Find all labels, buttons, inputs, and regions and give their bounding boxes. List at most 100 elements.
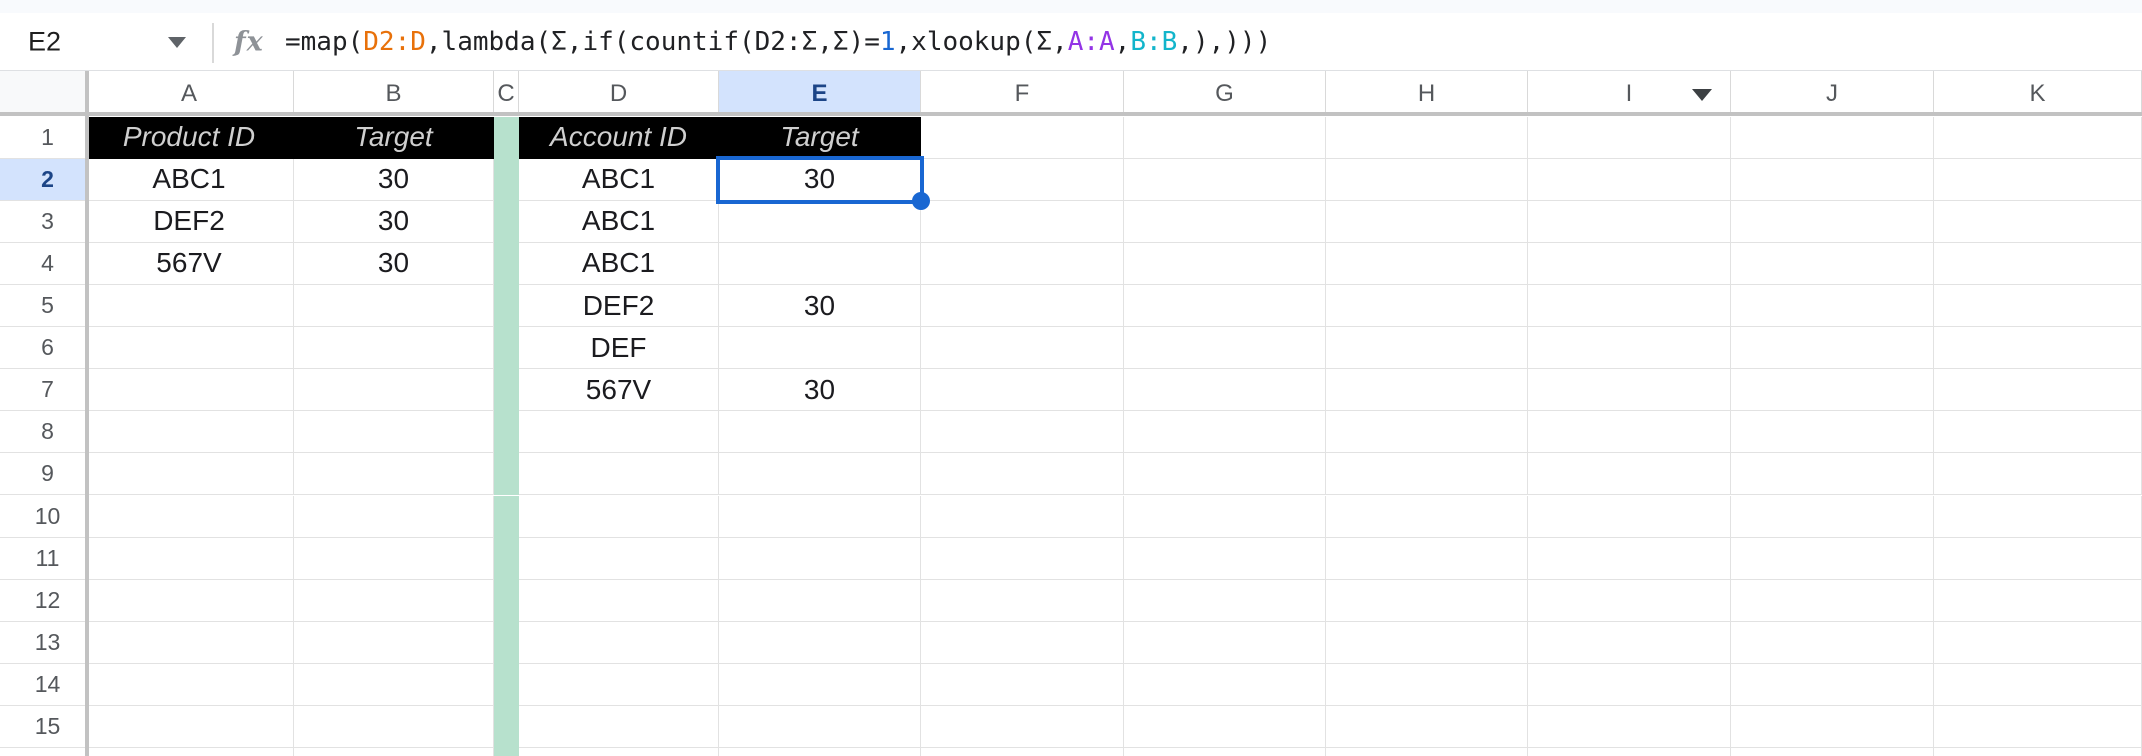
cell-B4[interactable]: 30 <box>294 242 494 285</box>
cell-E9[interactable] <box>719 453 921 496</box>
cell-A15[interactable] <box>85 706 294 749</box>
selection-box[interactable] <box>716 155 924 204</box>
cell-A5[interactable] <box>85 285 294 328</box>
cell-H16[interactable] <box>1326 748 1528 756</box>
cell-G4[interactable] <box>1124 242 1326 285</box>
cell-K4[interactable] <box>1934 242 2142 285</box>
cell-D9[interactable] <box>519 453 719 496</box>
column-header-K[interactable]: K <box>1934 71 2142 116</box>
cell-F14[interactable] <box>921 663 1124 706</box>
cell-J12[interactable] <box>1731 579 1934 622</box>
cell-B7[interactable] <box>294 369 494 412</box>
cell-D4[interactable]: ABC1 <box>519 242 719 285</box>
row-header-11[interactable]: 11 <box>0 537 85 580</box>
column-header-E[interactable]: E <box>719 71 921 116</box>
cell-D12[interactable] <box>519 579 719 622</box>
cell-J2[interactable] <box>1731 158 1934 201</box>
row-header-13[interactable]: 13 <box>0 621 85 664</box>
cell-E13[interactable] <box>719 621 921 664</box>
cell-G7[interactable] <box>1124 369 1326 412</box>
cell-J3[interactable] <box>1731 200 1934 243</box>
cell-B9[interactable] <box>294 453 494 496</box>
cell-B10[interactable] <box>294 495 494 538</box>
cell-G1[interactable] <box>1124 116 1326 159</box>
cell-C10[interactable] <box>494 495 519 538</box>
cell-H7[interactable] <box>1326 369 1528 412</box>
cell-K8[interactable] <box>1934 411 2142 454</box>
cell-B6[interactable] <box>294 327 494 370</box>
column-header-B[interactable]: B <box>294 71 494 116</box>
name-box-dropdown-icon[interactable] <box>168 37 186 48</box>
cell-A4[interactable]: 567V <box>85 242 294 285</box>
cell-G8[interactable] <box>1124 411 1326 454</box>
cell-D10[interactable] <box>519 495 719 538</box>
cell-D16[interactable] <box>519 748 719 756</box>
cell-C2[interactable] <box>494 158 519 201</box>
cell-J14[interactable] <box>1731 663 1934 706</box>
cell-B2[interactable]: 30 <box>294 158 494 201</box>
cell-K13[interactable] <box>1934 621 2142 664</box>
column-header-H[interactable]: H <box>1326 71 1528 116</box>
cell-J7[interactable] <box>1731 369 1934 412</box>
cell-K3[interactable] <box>1934 200 2142 243</box>
select-all-corner[interactable] <box>0 71 85 116</box>
cell-H2[interactable] <box>1326 158 1528 201</box>
cell-H8[interactable] <box>1326 411 1528 454</box>
row-header-5[interactable]: 5 <box>0 285 85 328</box>
cell-I14[interactable] <box>1528 663 1731 706</box>
cell-A13[interactable] <box>85 621 294 664</box>
cell-G12[interactable] <box>1124 579 1326 622</box>
cell-C7[interactable] <box>494 369 519 412</box>
cell-A7[interactable] <box>85 369 294 412</box>
row-header-3[interactable]: 3 <box>0 200 85 243</box>
cell-E3[interactable] <box>719 200 921 243</box>
cell-E7[interactable]: 30 <box>719 369 921 412</box>
cell-D6[interactable]: DEF <box>519 327 719 370</box>
cell-D7[interactable]: 567V <box>519 369 719 412</box>
cell-H10[interactable] <box>1326 495 1528 538</box>
cell-G2[interactable] <box>1124 158 1326 201</box>
cell-F15[interactable] <box>921 706 1124 749</box>
row-header-10[interactable]: 10 <box>0 495 85 538</box>
cell-F3[interactable] <box>921 200 1124 243</box>
cell-H1[interactable] <box>1326 116 1528 159</box>
cell-C13[interactable] <box>494 621 519 664</box>
cell-H4[interactable] <box>1326 242 1528 285</box>
cell-K5[interactable] <box>1934 285 2142 328</box>
cell-F10[interactable] <box>921 495 1124 538</box>
cell-J8[interactable] <box>1731 411 1934 454</box>
cell-F13[interactable] <box>921 621 1124 664</box>
cell-J10[interactable] <box>1731 495 1934 538</box>
cell-E6[interactable] <box>719 327 921 370</box>
cell-C16[interactable] <box>494 748 519 756</box>
cell-D14[interactable] <box>519 663 719 706</box>
cell-I3[interactable] <box>1528 200 1731 243</box>
cell-G16[interactable] <box>1124 748 1326 756</box>
cell-G13[interactable] <box>1124 621 1326 664</box>
cell-G5[interactable] <box>1124 285 1326 328</box>
cell-H6[interactable] <box>1326 327 1528 370</box>
cell-B15[interactable] <box>294 706 494 749</box>
cell-D2[interactable]: ABC1 <box>519 158 719 201</box>
cell-A8[interactable] <box>85 411 294 454</box>
row-header-2[interactable]: 2 <box>0 158 85 201</box>
cell-I1[interactable] <box>1528 116 1731 159</box>
cell-I13[interactable] <box>1528 621 1731 664</box>
cell-H13[interactable] <box>1326 621 1528 664</box>
cell-K2[interactable] <box>1934 158 2142 201</box>
cell-I10[interactable] <box>1528 495 1731 538</box>
cell-H15[interactable] <box>1326 706 1528 749</box>
cell-E16[interactable] <box>719 748 921 756</box>
row-header-7[interactable]: 7 <box>0 369 85 412</box>
cell-E11[interactable] <box>719 537 921 580</box>
cell-I4[interactable] <box>1528 242 1731 285</box>
cell-C15[interactable] <box>494 706 519 749</box>
row-header-15[interactable]: 15 <box>0 706 85 749</box>
cell-I2[interactable] <box>1528 158 1731 201</box>
cell-B16[interactable] <box>294 748 494 756</box>
column-dropdown-icon[interactable] <box>1692 88 1712 101</box>
cell-G6[interactable] <box>1124 327 1326 370</box>
cell-A14[interactable] <box>85 663 294 706</box>
cell-F5[interactable] <box>921 285 1124 328</box>
cell-A2[interactable]: ABC1 <box>85 158 294 201</box>
